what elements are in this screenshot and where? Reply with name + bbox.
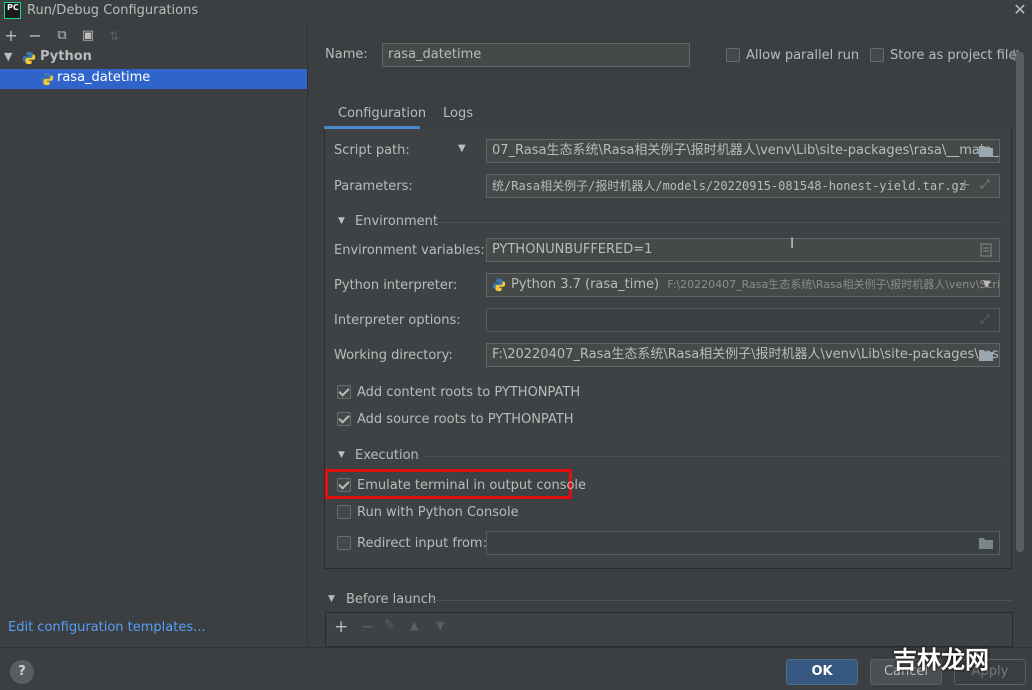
run-with-python-console-checkbox[interactable]: [337, 505, 351, 519]
before-launch-title: Before launch: [346, 592, 437, 607]
folder-icon[interactable]: [978, 348, 994, 362]
env-vars-input[interactable]: PYTHONUNBUFFERED=1: [486, 238, 1000, 262]
text-cursor-icon: I: [790, 236, 795, 252]
interpreter-path: F:\20220407_Rasa生态系统\Rasa相关例子\报时机器人\venv…: [667, 278, 1000, 291]
chevron-down-icon[interactable]: ▼: [338, 216, 345, 226]
section-divider: [433, 222, 1002, 223]
target-type-dropdown-icon[interactable]: ▼: [458, 143, 466, 154]
working-directory-input[interactable]: F:\20220407_Rasa生态系统\Rasa相关例子\报时机器人\venv…: [486, 343, 1000, 367]
copy-configuration-button[interactable]: ⧉: [52, 26, 72, 46]
add-configuration-button[interactable]: +: [1, 26, 21, 46]
interpreter-options-label: Interpreter options:: [334, 313, 461, 328]
move-into-folder-button[interactable]: ▣: [78, 26, 98, 46]
redirect-input-field[interactable]: [486, 531, 1000, 555]
python-icon: [492, 278, 506, 292]
expand-icon[interactable]: ⤢: [980, 177, 990, 192]
tab-configuration[interactable]: Configuration: [338, 106, 426, 121]
working-directory-label: Working directory:: [334, 348, 453, 363]
close-window-button[interactable]: ✕: [1008, 0, 1032, 22]
move-down-icon[interactable]: ▼: [436, 619, 444, 632]
ok-button[interactable]: OK: [786, 659, 858, 685]
emulate-terminal-checkbox[interactable]: [337, 478, 351, 492]
add-task-icon[interactable]: +: [334, 617, 348, 637]
remove-task-icon[interactable]: −: [360, 617, 374, 637]
add-content-roots-label: Add content roots to PYTHONPATH: [357, 385, 581, 400]
chevron-down-icon[interactable]: ▼: [338, 450, 345, 460]
env-vars-label: Environment variables:: [334, 243, 485, 258]
emulate-terminal-label: Emulate terminal in output console: [357, 478, 587, 493]
help-button[interactable]: ?: [10, 660, 34, 684]
vertical-scrollbar[interactable]: [1016, 52, 1024, 552]
edit-configuration-templates-link[interactable]: Edit configuration templates...: [8, 620, 206, 635]
script-path-label: Script path:: [334, 143, 410, 158]
interpreter-name: Python 3.7 (rasa_time): [511, 277, 660, 292]
parameters-value: 统/Rasa相关例子/报时机器人/models/20220915-081548-…: [492, 179, 967, 193]
script-path-value: 07_Rasa生态系统\Rasa相关例子\报时机器人\venv\Lib\site…: [492, 143, 1000, 158]
chevron-down-icon[interactable]: ▼: [328, 594, 335, 604]
redirect-input-checkbox[interactable]: [337, 536, 351, 550]
sort-configurations-button[interactable]: ⇅: [104, 26, 124, 46]
plus-icon[interactable]: +: [959, 177, 971, 193]
store-as-project-file-checkbox[interactable]: [870, 48, 884, 62]
edit-task-icon[interactable]: ✎: [384, 618, 395, 633]
working-directory-value: F:\20220407_Rasa生态系统\Rasa相关例子\报时机器人\venv…: [492, 347, 1000, 362]
add-source-roots-checkbox[interactable]: [337, 412, 351, 426]
chevron-down-icon[interactable]: ▼: [4, 50, 12, 63]
tab-logs[interactable]: Logs: [443, 106, 473, 121]
chevron-down-icon[interactable]: ▼: [983, 279, 991, 290]
expand-icon[interactable]: ⤢: [980, 312, 990, 327]
redirect-input-label: Redirect input from:: [357, 536, 487, 551]
python-interpreter-label: Python interpreter:: [334, 278, 458, 293]
pycharm-logo-icon: PC: [4, 2, 21, 19]
parameters-label: Parameters:: [334, 179, 413, 194]
allow-parallel-run-label: Allow parallel run: [746, 48, 860, 63]
allow-parallel-run-checkbox[interactable]: [726, 48, 740, 62]
section-divider: [424, 456, 1002, 457]
script-path-input[interactable]: 07_Rasa生态系统\Rasa相关例子\报时机器人\venv\Lib\site…: [486, 139, 1000, 163]
add-source-roots-label: Add source roots to PYTHONPATH: [357, 412, 574, 427]
remove-configuration-button[interactable]: −: [25, 26, 45, 46]
execution-section-title: Execution: [355, 448, 419, 463]
environment-section-title: Environment: [355, 214, 439, 229]
python-interpreter-select[interactable]: Python 3.7 (rasa_time) F:\20220407_Rasa生…: [486, 273, 1000, 297]
folder-icon[interactable]: [978, 536, 994, 550]
tree-item-rasa-datetime[interactable]: rasa_datetime: [0, 69, 307, 89]
env-vars-value: PYTHONUNBUFFERED=1: [492, 242, 653, 257]
interpreter-options-input[interactable]: [486, 308, 1000, 332]
tree-group-label: Python: [40, 49, 92, 64]
name-label: Name:: [325, 47, 368, 62]
section-divider: [432, 600, 1012, 601]
window-title: Run/Debug Configurations: [27, 3, 199, 18]
folder-icon[interactable]: [978, 144, 994, 158]
watermark-text: 吉林龙网: [893, 646, 989, 674]
tree-item-label: rasa_datetime: [57, 70, 151, 85]
python-run-config-icon: [40, 72, 54, 86]
add-content-roots-checkbox[interactable]: [337, 385, 351, 399]
configurations-tree-panel: [0, 23, 308, 647]
tree-toolbar: + − ⧉ ▣ ⇅: [0, 24, 308, 48]
tree-group-python[interactable]: ▼ Python: [0, 48, 307, 68]
run-with-python-console-label: Run with Python Console: [357, 505, 519, 520]
store-as-project-file-label: Store as project file: [890, 48, 1017, 63]
parameters-input[interactable]: 统/Rasa相关例子/报时机器人/models/20220915-081548-…: [486, 174, 1000, 198]
browse-env-icon[interactable]: [980, 243, 992, 257]
move-up-icon[interactable]: ▲: [410, 619, 418, 632]
name-input[interactable]: rasa_datetime: [382, 43, 690, 67]
python-icon: [22, 51, 36, 65]
